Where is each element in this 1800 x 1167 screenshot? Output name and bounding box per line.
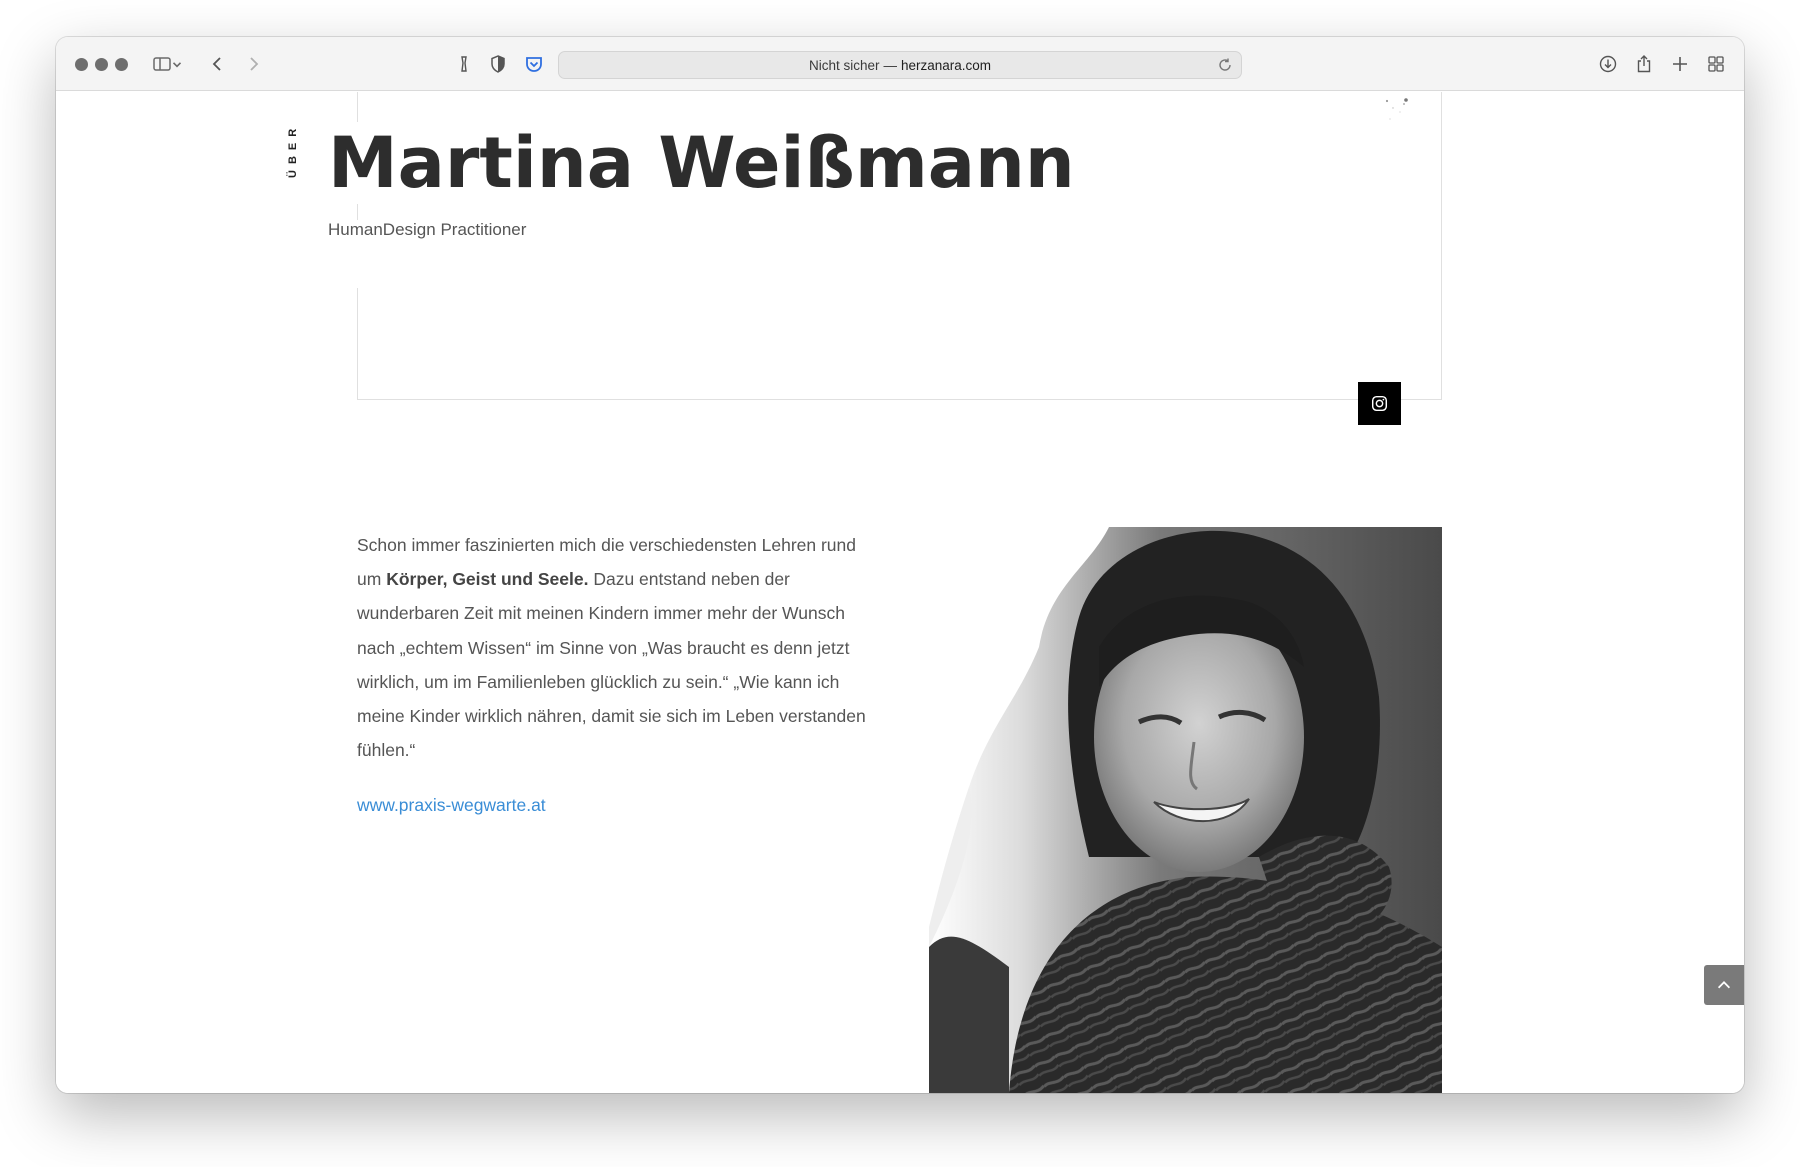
address-domain: herzanara.com bbox=[900, 57, 992, 73]
shield-icon[interactable] bbox=[486, 52, 510, 76]
web-page: ÜBER Martina Weißmann HumanDesign Practi… bbox=[56, 92, 1744, 1093]
download-icon[interactable] bbox=[1596, 52, 1620, 76]
minimize-window-button[interactable] bbox=[95, 58, 108, 71]
browser-toolbar: Nicht sicher — herzanara.com bbox=[56, 37, 1744, 91]
share-icon[interactable] bbox=[1632, 52, 1656, 76]
instagram-icon bbox=[1371, 395, 1388, 412]
browser-window: Nicht sicher — herzanara.com ÜBER Martin… bbox=[56, 37, 1744, 1093]
page-title: Martina Weißmann bbox=[328, 122, 1081, 204]
extension-brush-icon[interactable] bbox=[452, 52, 476, 76]
bio-paragraph: Schon immer faszinierten mich die versch… bbox=[357, 528, 867, 767]
security-label: Nicht sicher bbox=[808, 57, 880, 73]
address-bar[interactable]: Nicht sicher — herzanara.com bbox=[558, 51, 1242, 79]
back-button[interactable] bbox=[206, 52, 230, 76]
forward-button[interactable] bbox=[241, 52, 265, 76]
bio-text-part2: Dazu entstand neben der wunderbaren Zeit… bbox=[357, 569, 866, 761]
sparkle-decoration bbox=[1385, 98, 1408, 120]
close-window-button[interactable] bbox=[75, 58, 88, 71]
chevron-down-icon[interactable] bbox=[170, 52, 184, 76]
address-separator: — bbox=[883, 57, 897, 73]
chevron-up-icon bbox=[1717, 981, 1731, 989]
website-link[interactable]: www.praxis-wegwarte.at bbox=[357, 795, 546, 816]
tab-overview-icon[interactable] bbox=[1704, 52, 1728, 76]
instagram-button[interactable] bbox=[1358, 382, 1401, 425]
scroll-to-top-button[interactable] bbox=[1704, 965, 1744, 1005]
pocket-icon[interactable] bbox=[522, 52, 546, 76]
bio-text-bold: Körper, Geist und Seele. bbox=[386, 569, 589, 590]
section-label: ÜBER bbox=[287, 122, 299, 178]
zoom-window-button[interactable] bbox=[115, 58, 128, 71]
page-subtitle: HumanDesign Practitioner bbox=[328, 220, 539, 246]
new-tab-icon[interactable] bbox=[1668, 52, 1692, 76]
portrait-photo bbox=[929, 527, 1442, 1093]
reload-icon[interactable] bbox=[1217, 57, 1233, 73]
